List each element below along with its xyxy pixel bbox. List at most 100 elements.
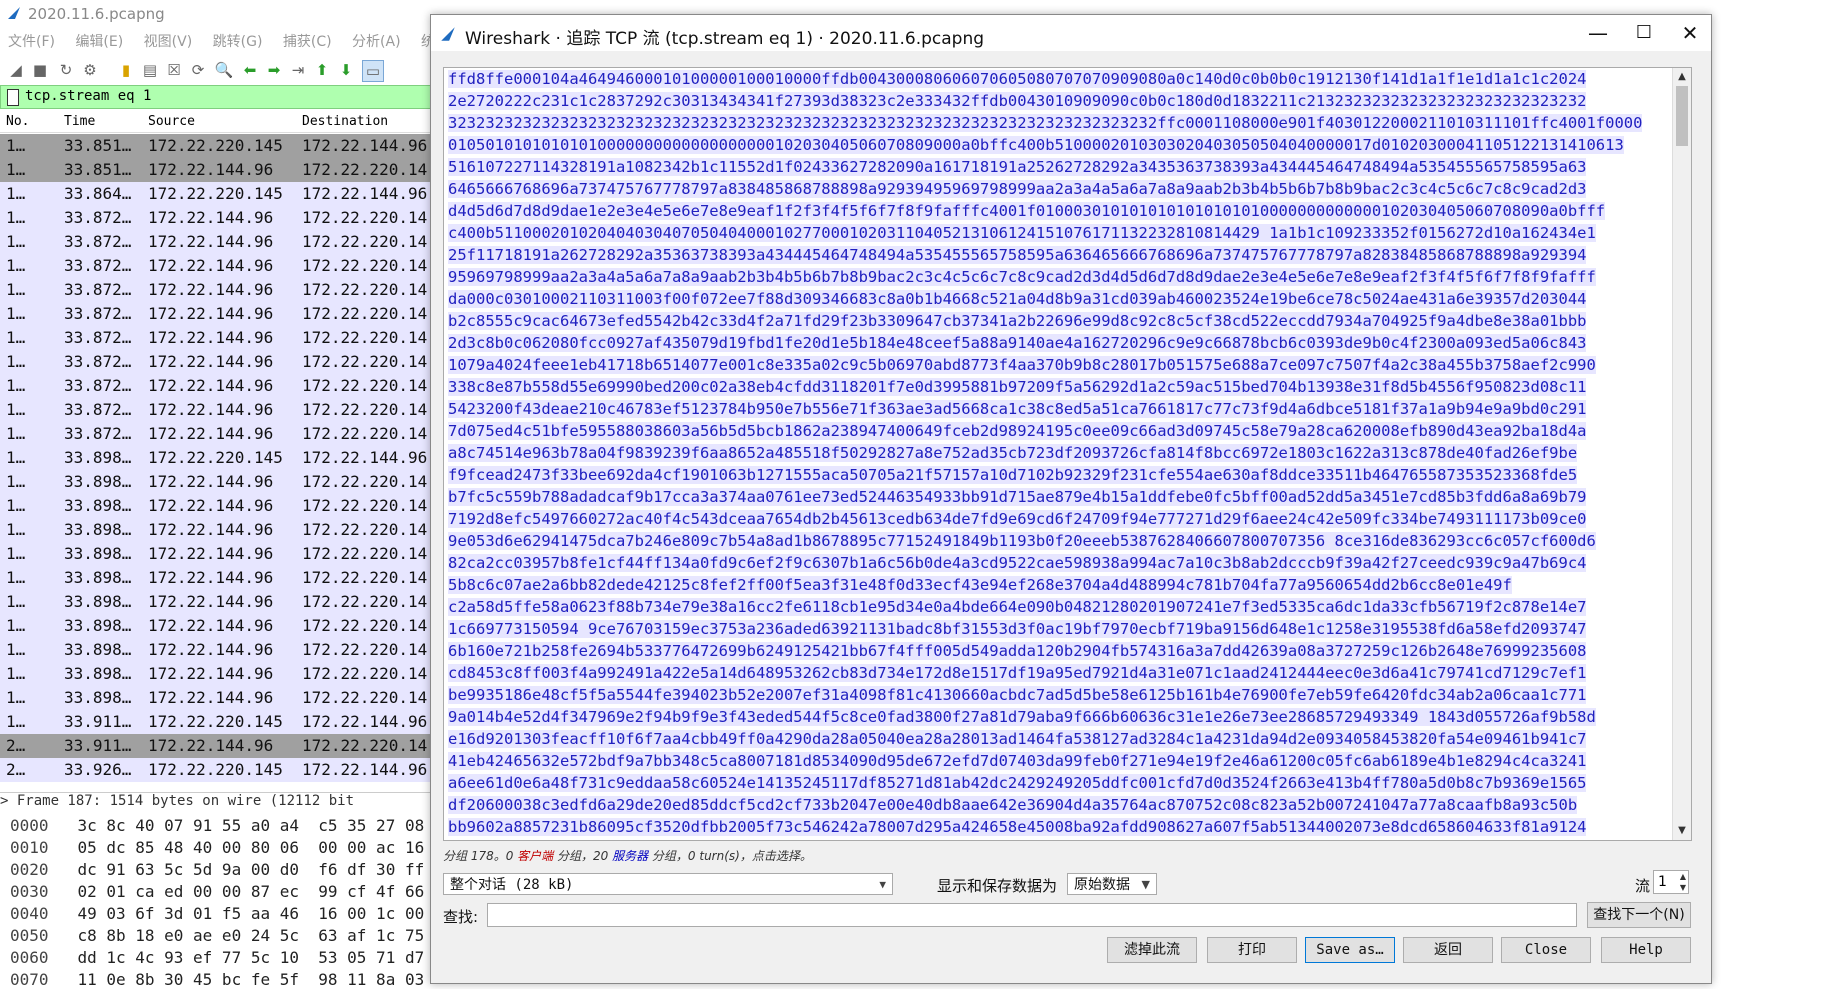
menu-go[interactable]: 跳转(G) — [213, 30, 263, 54]
save-as-button[interactable]: Save as… — [1305, 937, 1395, 963]
capture-options-icon[interactable]: ⚙ — [80, 60, 100, 80]
stream-number-spinbox[interactable]: 1 ▲ ▼ — [1653, 870, 1689, 894]
hex-row[interactable]: 0030 02 01 ca ed 00 00 87 ec 99 cf 4f 66 — [10, 880, 424, 904]
stream-scrollbar[interactable]: ▲ ▼ — [1672, 68, 1691, 840]
packet-row[interactable]: 1… 33.864… 172.22.220.145 172.22.144.96 — [0, 182, 440, 206]
print-button[interactable]: 打印 — [1207, 937, 1297, 963]
menu-capture[interactable]: 捕获(C) — [283, 30, 332, 54]
stream-text[interactable]: ffd8ffe000104a46494600010100000100010000… — [444, 68, 1670, 838]
packet-list[interactable]: 1… 33.851… 172.22.220.145 172.22.144.96 1… 33… — [0, 134, 440, 789]
packet-row[interactable]: 2… 33.911… 172.22.144.96 172.22.220.14 — [0, 734, 440, 758]
display-filter-bar[interactable]: tcp.stream eq 1 — [0, 85, 442, 109]
menu-analyze[interactable]: 分析(A) — [352, 30, 401, 54]
packet-row[interactable]: 1… 33.911… 172.22.220.145 172.22.144.96 — [0, 710, 440, 734]
find-next-button[interactable]: 查找下一个(N) — [1587, 902, 1691, 928]
filter-out-stream-button[interactable]: 滤掉此流 — [1107, 937, 1197, 963]
col-source[interactable]: Source — [148, 114, 195, 129]
autoscroll-icon[interactable]: ▭ — [362, 60, 384, 82]
packet-row[interactable]: 1… 33.898… 172.22.144.96 172.22.220.14 — [0, 494, 440, 518]
packet-row[interactable]: 1… 33.851… 172.22.220.145 172.22.144.96 — [0, 134, 440, 158]
packet-row[interactable]: 1… 33.872… 172.22.144.96 172.22.220.14 — [0, 350, 440, 374]
packet-row[interactable]: 1… 33.898… 172.22.144.96 172.22.220.14 — [0, 614, 440, 638]
restart-capture-icon[interactable]: ↻ — [56, 60, 76, 80]
go-first-icon[interactable]: ⬆ — [312, 60, 332, 80]
maximize-icon[interactable]: ☐ — [1621, 19, 1667, 47]
show-as-select[interactable]: 原始数据 ▼ — [1067, 873, 1157, 895]
go-to-packet-icon[interactable]: ⇥ — [288, 60, 308, 80]
packet-row[interactable]: 1… 33.872… 172.22.144.96 172.22.220.14 — [0, 230, 440, 254]
col-no[interactable]: No. — [6, 114, 29, 129]
open-file-icon[interactable]: ▮ — [116, 60, 136, 80]
find-input[interactable] — [487, 903, 1577, 927]
hex-row[interactable]: 0070 11 0e 8b 30 45 bc fe 5f 98 11 8a 03 — [10, 968, 424, 989]
conversation-select[interactable]: 整个对话 (28 kB) ▼ — [443, 873, 893, 895]
packet-row[interactable]: 1… 33.898… 172.22.144.96 172.22.220.14 — [0, 470, 440, 494]
go-back-icon[interactable]: ⬅ — [240, 60, 260, 80]
packet-cell-dst: 172.22.144.96 — [302, 712, 428, 731]
packet-row[interactable]: 1… 33.872… 172.22.144.96 172.22.220.14 — [0, 254, 440, 278]
packet-row[interactable]: 1… 33.898… 172.22.144.96 172.22.220.14 — [0, 590, 440, 614]
packet-row[interactable]: 1… 33.898… 172.22.144.96 172.22.220.14 — [0, 542, 440, 566]
packet-row[interactable]: 1… 33.872… 172.22.144.96 172.22.220.14 — [0, 374, 440, 398]
hex-row[interactable]: 0000 3c 8c 40 07 91 55 a0 a4 c5 35 27 08 — [10, 814, 424, 838]
help-button[interactable]: Help — [1601, 937, 1691, 963]
packet-cell-no: 1… — [6, 592, 26, 611]
spin-arrows-icon[interactable]: ▲ ▼ — [1680, 871, 1686, 893]
bookmark-icon[interactable] — [7, 89, 19, 106]
menu-edit[interactable]: 编辑(E) — [75, 30, 123, 54]
packet-detail-line[interactable]: > Frame 187: 1514 bytes on wire (12112 b… — [0, 792, 440, 811]
close-window-icon[interactable]: ✕ — [1667, 19, 1713, 47]
hex-row[interactable]: 0020 dc 91 63 5c 5d 9a 00 d0 f6 df 30 ff — [10, 858, 424, 882]
back-button[interactable]: 返回 — [1403, 937, 1493, 963]
close-button[interactable]: Close — [1501, 937, 1591, 963]
packet-row[interactable]: 1… 33.872… 172.22.144.96 172.22.220.14 — [0, 302, 440, 326]
packet-row[interactable]: 1… 33.898… 172.22.220.145 172.22.144.96 — [0, 446, 440, 470]
find-packet-icon[interactable]: 🔍 — [214, 60, 234, 80]
packet-row[interactable]: 1… 33.898… 172.22.144.96 172.22.220.14 — [0, 518, 440, 542]
packet-row[interactable]: 1… 33.898… 172.22.144.96 172.22.220.14 — [0, 686, 440, 710]
packet-row[interactable]: 1… 33.872… 172.22.144.96 172.22.220.14 — [0, 326, 440, 350]
minimize-icon[interactable]: — — [1575, 19, 1621, 47]
menu-view[interactable]: 视图(V) — [144, 30, 193, 54]
packet-row[interactable]: 1… 33.872… 172.22.144.96 172.22.220.14 — [0, 206, 440, 230]
find-label: 查找: — [443, 908, 479, 926]
reload-file-icon[interactable]: ⟳ — [188, 60, 208, 80]
hex-bytes: 05 dc 85 48 40 00 80 06 00 00 ac 16 — [77, 838, 425, 857]
close-file-icon[interactable]: ☒ — [164, 60, 184, 80]
packet-bytes-pane[interactable]: 0000 3c 8c 40 07 91 55 a0 a4 c5 35 27 08… — [0, 812, 440, 989]
scroll-up-icon[interactable]: ▲ — [1673, 68, 1691, 86]
save-file-icon[interactable]: ▤ — [140, 60, 160, 80]
go-forward-icon[interactable]: ➡ — [264, 60, 284, 80]
scroll-down-icon[interactable]: ▼ — [1673, 822, 1691, 840]
stream-line-text: 2e2720222c231c1c2837292c30313434341f2739… — [448, 92, 1587, 110]
menu-file[interactable]: 文件(F) — [8, 30, 55, 54]
hex-row[interactable]: 0050 c8 8b 18 e0 ae e0 24 5c 63 af 1c 75 — [10, 924, 424, 948]
stream-content[interactable]: ffd8ffe000104a46494600010100000100010000… — [443, 67, 1692, 841]
packet-row[interactable]: 1… 33.872… 172.22.144.96 172.22.220.14 — [0, 422, 440, 446]
hex-row[interactable]: 0040 49 03 6f 3d 01 f5 aa 46 16 00 1c 00 — [10, 902, 424, 926]
detail-expand-icon[interactable]: > — [0, 793, 17, 809]
packet-cell-time: 33.898… — [64, 544, 132, 563]
stream-line-text: df20600038c3edfd6a29de20ed85ddcf5cd2cf73… — [448, 796, 1578, 814]
packet-row[interactable]: 1… 33.898… 172.22.144.96 172.22.220.14 — [0, 638, 440, 662]
packet-row[interactable]: 1… 33.872… 172.22.144.96 172.22.220.14 — [0, 398, 440, 422]
hex-row[interactable]: 0060 dd 1c 4c 93 ef 77 5c 10 53 05 71 d7 — [10, 946, 424, 970]
hex-row[interactable]: 0010 05 dc 85 48 40 00 80 06 00 00 ac 16 — [10, 836, 424, 860]
packet-row[interactable]: 1… 33.872… 172.22.144.96 172.22.220.14 — [0, 278, 440, 302]
col-destination[interactable]: Destination — [302, 114, 388, 129]
packet-row[interactable]: 1… 33.898… 172.22.144.96 172.22.220.14 — [0, 566, 440, 590]
col-time[interactable]: Time — [64, 114, 95, 129]
packet-cell-time: 33.872… — [64, 280, 132, 299]
packet-row[interactable]: 1… 33.851… 172.22.144.96 172.22.220.14 — [0, 158, 440, 182]
hex-bytes: 3c 8c 40 07 91 55 a0 a4 c5 35 27 08 — [77, 816, 425, 835]
packet-cell-no: 1… — [6, 448, 26, 467]
go-last-icon[interactable]: ⬇ — [336, 60, 356, 80]
scroll-thumb[interactable] — [1676, 86, 1688, 146]
stop-capture-icon[interactable]: ■ — [30, 60, 50, 80]
packet-cell-src: 172.22.144.96 — [148, 424, 274, 443]
packet-cell-time: 33.872… — [64, 232, 132, 251]
packet-cell-src: 172.22.220.145 — [148, 760, 283, 779]
packet-row[interactable]: 2… 33.926… 172.22.220.145 172.22.144.96 — [0, 758, 440, 782]
start-capture-icon[interactable]: ◢ — [6, 60, 26, 80]
packet-row[interactable]: 1… 33.898… 172.22.144.96 172.22.220.14 — [0, 662, 440, 686]
